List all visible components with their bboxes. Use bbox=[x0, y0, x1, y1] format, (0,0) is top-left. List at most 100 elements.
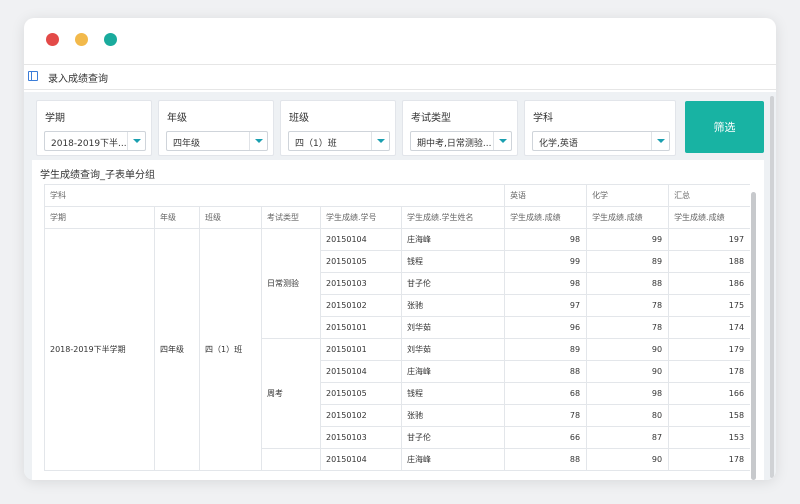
header-class[interactable]: 班级 bbox=[199, 206, 262, 229]
subject-select[interactable]: 化学,英语 bbox=[532, 131, 670, 151]
header-total[interactable]: 汇总 bbox=[668, 184, 750, 207]
header-student-id[interactable]: 学生成绩.学号 bbox=[320, 206, 402, 229]
cell-english-score: 97 bbox=[504, 294, 588, 317]
cell-exam-type: 日常测验 bbox=[261, 228, 321, 339]
cell-total-score: 178 bbox=[668, 448, 750, 471]
close-window-button[interactable] bbox=[46, 33, 59, 46]
cell-student-id: 20150104 bbox=[320, 228, 402, 251]
header-total-score[interactable]: 学生成绩.成绩 bbox=[668, 206, 750, 229]
cell-english-score: 88 bbox=[504, 360, 588, 383]
cell-student-name: 甘子伦 bbox=[400, 272, 506, 295]
cell-student-name: 钱程 bbox=[400, 250, 506, 273]
chevron-down-icon[interactable] bbox=[651, 132, 669, 150]
cell-english-score: 68 bbox=[504, 382, 588, 405]
cell-student-id: 20150103 bbox=[320, 426, 402, 449]
chevron-down-icon[interactable] bbox=[371, 132, 389, 150]
cell-total-score: 179 bbox=[668, 338, 750, 361]
header-exam-type[interactable]: 考试类型 bbox=[261, 206, 321, 229]
cell-student-id: 20150102 bbox=[320, 294, 402, 317]
filter-subject-label: 学科 bbox=[533, 113, 553, 124]
filter-term: 学期 2018-2019下半... bbox=[36, 100, 152, 156]
filter-subject: 学科 化学,英语 bbox=[524, 100, 676, 156]
term-select-value: 2018-2019下半... bbox=[51, 139, 127, 149]
header-english-score[interactable]: 学生成绩.成绩 bbox=[504, 206, 588, 229]
cell-student-id: 20150105 bbox=[320, 250, 402, 273]
cell-chemistry-score: 99 bbox=[586, 228, 670, 251]
report-table-container: 学科 英语 化学 汇总 学期 年级 班级 考试类型 学生成绩.学号 学生成绩.学… bbox=[44, 184, 750, 480]
cell-total-score: 178 bbox=[668, 360, 750, 383]
cell-chemistry-score: 90 bbox=[586, 338, 670, 361]
cell-student-id: 20150104 bbox=[320, 448, 402, 471]
filter-grade-label: 年级 bbox=[167, 113, 187, 124]
cell-student-name: 庄海峰 bbox=[400, 228, 506, 251]
chevron-down-icon[interactable] bbox=[493, 132, 511, 150]
cell-chemistry-score: 87 bbox=[586, 426, 670, 449]
cell-exam-type: 周考 bbox=[261, 338, 321, 449]
cell-student-name: 甘子伦 bbox=[400, 426, 506, 449]
table-scrollbar[interactable] bbox=[751, 192, 756, 480]
cell-student-name: 张驰 bbox=[400, 404, 506, 427]
minimize-window-button[interactable] bbox=[75, 33, 88, 46]
chevron-down-icon[interactable] bbox=[249, 132, 267, 150]
cell-student-id: 20150104 bbox=[320, 360, 402, 383]
page-scrollbar[interactable] bbox=[770, 96, 774, 478]
header-student-name[interactable]: 学生成绩.学生姓名 bbox=[400, 206, 506, 229]
class-select-value: 四（1）班 bbox=[295, 139, 337, 149]
header-subject: 学科 bbox=[44, 184, 506, 207]
tab-title[interactable]: 录入成绩查询 bbox=[48, 70, 108, 85]
filter-button[interactable]: 筛选 bbox=[685, 101, 764, 153]
table-header-row: 学科 英语 化学 汇总 bbox=[44, 184, 750, 207]
cell-student-name: 钱程 bbox=[400, 382, 506, 405]
filter-grade: 年级 四年级 bbox=[158, 100, 274, 156]
cell-student-name: 刘华茹 bbox=[400, 338, 506, 361]
cell-total-score: 153 bbox=[668, 426, 750, 449]
cell-english-score: 98 bbox=[504, 272, 588, 295]
cell-chemistry-score: 88 bbox=[586, 272, 670, 295]
header-chemistry-score[interactable]: 学生成绩.成绩 bbox=[586, 206, 670, 229]
grade-select-value: 四年级 bbox=[173, 139, 201, 149]
header-term[interactable]: 学期 bbox=[44, 206, 155, 229]
subject-select-value: 化学,英语 bbox=[539, 139, 578, 149]
report-table: 学科 英语 化学 汇总 学期 年级 班级 考试类型 学生成绩.学号 学生成绩.学… bbox=[44, 184, 750, 471]
exam-type-select[interactable]: 期中考,日常测验... bbox=[410, 131, 512, 151]
chevron-down-icon[interactable] bbox=[127, 132, 145, 150]
table-header-row: 学期 年级 班级 考试类型 学生成绩.学号 学生成绩.学生姓名 学生成绩.成绩 … bbox=[44, 206, 750, 229]
cell-chemistry-score: 78 bbox=[586, 316, 670, 339]
cell-total-score: 158 bbox=[668, 404, 750, 427]
cell-chemistry-score: 80 bbox=[586, 404, 670, 427]
filter-term-label: 学期 bbox=[45, 113, 65, 124]
cell-english-score: 99 bbox=[504, 250, 588, 273]
term-select[interactable]: 2018-2019下半... bbox=[44, 131, 146, 151]
cell-class: 四（1）班 bbox=[199, 228, 262, 471]
filter-class-label: 班级 bbox=[289, 113, 309, 124]
cell-chemistry-score: 78 bbox=[586, 294, 670, 317]
cell-student-id: 20150102 bbox=[320, 404, 402, 427]
cell-english-score: 78 bbox=[504, 404, 588, 427]
cell-chemistry-score: 90 bbox=[586, 360, 670, 383]
header-grade[interactable]: 年级 bbox=[154, 206, 200, 229]
header-english[interactable]: 英语 bbox=[504, 184, 588, 207]
cell-total-score: 197 bbox=[668, 228, 750, 251]
header-chemistry[interactable]: 化学 bbox=[586, 184, 670, 207]
tab-bar: 录入成绩查询 bbox=[24, 64, 776, 90]
filter-exam-type-label: 考试类型 bbox=[411, 113, 451, 124]
table-row: 2018-2019下半学期 四年级 四（1）班 日常测验 20150104 庄海峰 98 99… bbox=[44, 228, 750, 471]
filter-exam-type: 考试类型 期中考,日常测验... bbox=[402, 100, 518, 156]
cell-total-score: 188 bbox=[668, 250, 750, 273]
cell-grade: 四年级 bbox=[154, 228, 200, 471]
title-bar bbox=[24, 18, 776, 64]
maximize-window-button[interactable] bbox=[104, 33, 117, 46]
cell-total-score: 186 bbox=[668, 272, 750, 295]
grade-select[interactable]: 四年级 bbox=[166, 131, 268, 151]
cell-english-score: 98 bbox=[504, 228, 588, 251]
cell-english-score: 66 bbox=[504, 426, 588, 449]
cell-student-name: 庄海峰 bbox=[400, 360, 506, 383]
cell-english-score: 89 bbox=[504, 338, 588, 361]
report-panel: 学生成绩查询_子表单分组 学科 英语 化学 汇总 学期 年级 班级 考试类型 学… bbox=[32, 160, 764, 480]
report-title: 学生成绩查询_子表单分组 bbox=[40, 170, 155, 181]
cell-student-name: 张驰 bbox=[400, 294, 506, 317]
cell-student-id: 20150105 bbox=[320, 382, 402, 405]
exam-type-select-value: 期中考,日常测验... bbox=[417, 139, 492, 149]
panel-icon[interactable] bbox=[28, 71, 38, 81]
class-select[interactable]: 四（1）班 bbox=[288, 131, 390, 151]
